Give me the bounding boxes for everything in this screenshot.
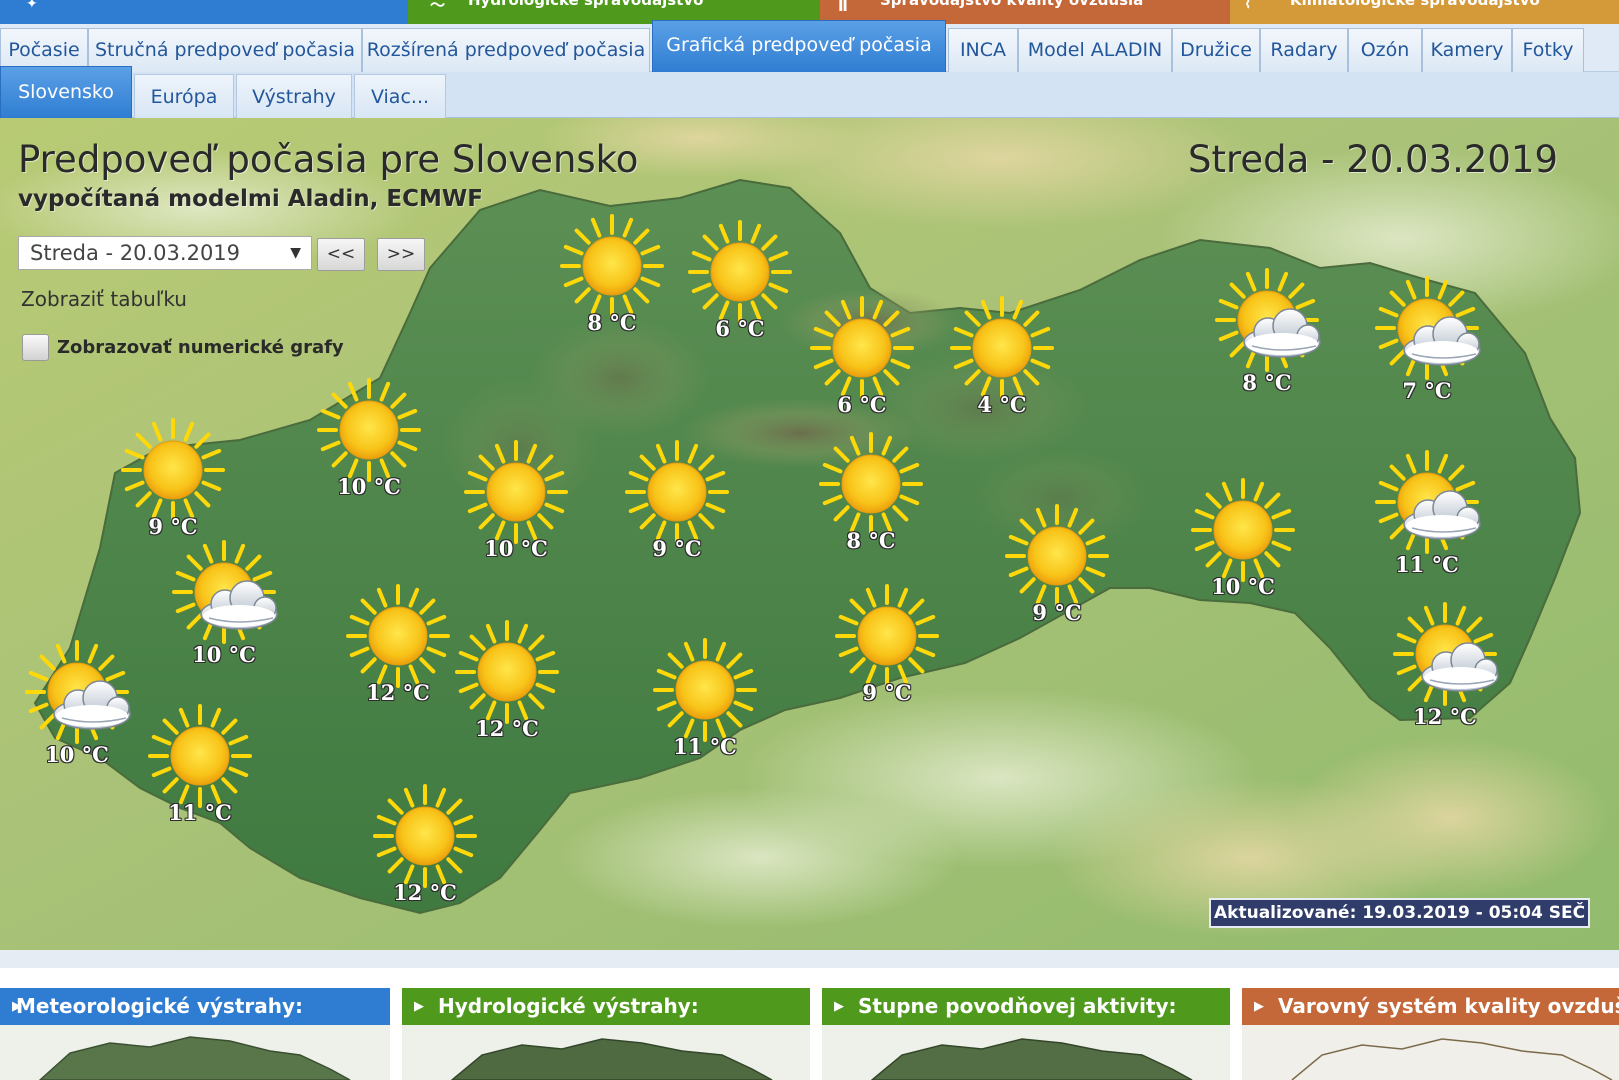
station[interactable]: 9 °C: [602, 430, 752, 580]
flood-thumbnail-map: [822, 1025, 1230, 1080]
panel-title: Varovný systém kvality ovzdušia:: [1278, 994, 1619, 1018]
station[interactable]: 6 °C: [787, 286, 937, 436]
station-temperature: 10 °C: [484, 536, 548, 561]
date-select-value: Streda - 20.03.2019: [30, 241, 241, 265]
air-quality-thumbnail-map: [1242, 1025, 1619, 1080]
next-day-button[interactable]: >>: [377, 238, 425, 271]
nav-item-fotky[interactable]: Fotky: [1512, 28, 1584, 72]
station-temperature: 10 °C: [192, 642, 256, 667]
station-temperature: 4 °C: [977, 392, 1027, 417]
station[interactable]: 8 °C: [1192, 258, 1342, 408]
updated-timestamp: Aktualizované: 19.03.2019 - 05:04 SEČ: [1209, 898, 1591, 928]
section-tab-label: Hydrologické spravodajstvo: [468, 0, 704, 9]
station[interactable]: 8 °C: [796, 422, 946, 572]
panel-title: Meteorologické výstrahy:: [16, 994, 304, 1018]
station-temperature: 8 °C: [846, 528, 896, 553]
panel-header: ▶ Meteorologické výstrahy:: [0, 988, 390, 1025]
station[interactable]: 4 °C: [927, 286, 1077, 436]
home-icon: ✦: [26, 0, 38, 12]
sub-nav-europa[interactable]: Európa: [134, 74, 234, 118]
station-temperature: 11 °C: [673, 734, 737, 759]
station-temperature: 7 °C: [1402, 378, 1452, 403]
station[interactable]: 7 °C: [1352, 266, 1502, 416]
station[interactable]: 11 °C: [1352, 440, 1502, 590]
panel-header: ▶ Hydrologické výstrahy:: [402, 988, 810, 1025]
station-temperature: 12 °C: [393, 880, 457, 905]
triangle-icon: ▶: [834, 999, 844, 1014]
station[interactable]: 10 °C: [149, 530, 299, 680]
forecast-map: Predpoveď počasia pre Slovensko vypočíta…: [0, 118, 1619, 950]
nav-item-druzice[interactable]: Družice: [1172, 28, 1260, 72]
station-temperature: 11 °C: [1395, 552, 1459, 577]
nav-item-ozon[interactable]: Ozón: [1348, 28, 1422, 72]
nav-item-radary[interactable]: Radary: [1260, 28, 1348, 72]
dropdown-arrow-icon: ▼: [290, 245, 301, 261]
triangle-icon: ▶: [414, 999, 424, 1014]
station-temperature: 9 °C: [862, 680, 912, 705]
map-title: Predpoveď počasia pre Slovensko: [18, 138, 639, 181]
nav-item-kamery[interactable]: Kamery: [1422, 28, 1512, 72]
station[interactable]: 9 °C: [812, 574, 962, 724]
station-temperature: 10 °C: [1211, 574, 1275, 599]
panel-header: ▶ Varovný systém kvality ovzdušia:: [1242, 988, 1619, 1025]
numeric-graphs-checkbox[interactable]: [22, 334, 49, 361]
section-tab-label: Spravodajstvo kvality ovzdušia: [880, 0, 1144, 9]
station[interactable]: 11 °C: [125, 694, 275, 844]
separator: [0, 950, 1619, 968]
panel-meteo-warnings[interactable]: ▶ Meteorologické výstrahy:: [0, 988, 390, 1080]
map-date-heading: Streda - 20.03.2019: [1188, 138, 1559, 181]
station[interactable]: 12 °C: [1370, 592, 1520, 742]
station[interactable]: 10 °C: [1168, 468, 1318, 618]
main-nav: Počasie Stručná predpoveď počasia Rozšír…: [0, 20, 1619, 72]
panel-flood-activity[interactable]: ▶ Stupne povodňovej aktivity:: [822, 988, 1230, 1080]
warnings-thumbnail-map: [0, 1025, 390, 1080]
station-temperature: 8 °C: [1242, 370, 1292, 395]
panel-title: Stupne povodňovej aktivity:: [858, 994, 1177, 1018]
hydro-thumbnail-map: [402, 1025, 810, 1080]
station-temperature: 9 °C: [652, 536, 702, 561]
station[interactable]: 11 °C: [630, 628, 780, 778]
date-select[interactable]: Streda - 20.03.2019 ▼: [18, 236, 312, 270]
panel-header: ▶ Stupne povodňovej aktivity:: [822, 988, 1230, 1025]
sub-nav-vystrahy[interactable]: Výstrahy: [236, 74, 352, 118]
station[interactable]: 10 °C: [294, 368, 444, 518]
chimney-icon: ǁ: [838, 0, 848, 12]
triangle-icon: ▶: [1254, 999, 1264, 1014]
show-table-link[interactable]: Zobraziť tabuľku: [21, 287, 187, 311]
sub-nav: Slovensko Európa Výstrahy Viac...: [0, 66, 1619, 118]
wave-icon: 〜: [430, 0, 446, 14]
panel-hydro-warnings[interactable]: ▶ Hydrologické výstrahy:: [402, 988, 810, 1080]
station-temperature: 9 °C: [1032, 600, 1082, 625]
sub-nav-slovensko[interactable]: Slovensko: [0, 66, 132, 118]
station[interactable]: 9 °C: [982, 494, 1132, 644]
numeric-graphs-label: Zobrazovať numerické grafy: [57, 337, 344, 358]
section-tab-climate[interactable]: ⌇ Klimatologické spravodajstvo: [1230, 0, 1619, 24]
station[interactable]: 10 °C: [441, 430, 591, 580]
station-temperature: 12 °C: [475, 716, 539, 741]
chart-icon: ⌇: [1244, 0, 1252, 12]
nav-item-graficka-predpoved[interactable]: Grafická predpoveď počasia: [652, 20, 946, 72]
station-temperature: 12 °C: [1413, 704, 1477, 729]
nav-item-model-aladin[interactable]: Model ALADIN: [1018, 28, 1172, 72]
nav-item-inca[interactable]: INCA: [948, 28, 1018, 72]
previous-day-button[interactable]: <<: [317, 238, 365, 271]
section-tab-weather[interactable]: ✦: [0, 0, 408, 24]
station[interactable]: 12 °C: [350, 774, 500, 924]
station-temperature: 10 °C: [337, 474, 401, 499]
station[interactable]: 12 °C: [432, 610, 582, 760]
station-temperature: 6 °C: [837, 392, 887, 417]
station-temperature: 11 °C: [168, 800, 232, 825]
section-tab-label: Klimatologické spravodajstvo: [1290, 0, 1540, 9]
map-subtitle: vypočítaná modelmi Aladin, ECMWF: [18, 186, 483, 212]
panel-title: Hydrologické výstrahy:: [438, 994, 699, 1018]
sub-nav-viac[interactable]: Viac...: [354, 74, 446, 118]
nav-item-rozsirena-predpoved[interactable]: Rozšírená predpoveď počasia: [362, 28, 650, 72]
panel-air-quality[interactable]: ▶ Varovný systém kvality ovzdušia:: [1242, 988, 1619, 1080]
